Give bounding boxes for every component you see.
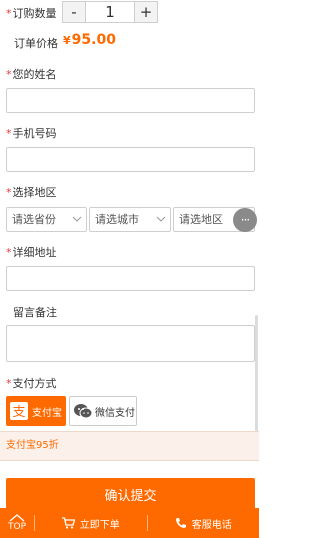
region-label: *选择地区: [6, 186, 57, 199]
decrease-button[interactable]: -: [63, 2, 85, 22]
alipay-icon: 支: [10, 402, 28, 420]
alipay-option[interactable]: 支 支付宝: [6, 396, 66, 426]
name-label: *您的姓名: [6, 68, 57, 81]
city-select[interactable]: 请选城市: [89, 207, 171, 232]
phone-field[interactable]: [6, 147, 255, 172]
order-price-label: 订单价格: [14, 37, 58, 50]
cart-icon: [61, 517, 75, 529]
chevron-down-icon: [156, 216, 166, 222]
discount-notice: 支付宝95折: [0, 431, 259, 461]
phone-icon: [175, 518, 186, 528]
buy-now-button[interactable]: 立即下单: [35, 516, 147, 531]
more-options-button[interactable]: ···: [233, 208, 257, 232]
order-price-value: ¥95.00: [63, 32, 116, 48]
quantity-stepper[interactable]: - 1 +: [62, 1, 158, 23]
region-selects: 请选省份 请选城市 请选地区: [0, 207, 259, 232]
wechat-icon: [74, 404, 93, 419]
remark-field[interactable]: [6, 325, 255, 362]
name-field[interactable]: [6, 88, 255, 113]
arrow-up-icon: [9, 514, 25, 522]
order-price-row: 订单价格 ¥95.00: [0, 32, 259, 52]
payment-label: *支付方式: [6, 377, 57, 390]
remark-label: 留言备注: [13, 306, 57, 319]
payment-options: 支 支付宝 微信支付: [0, 396, 259, 426]
phone-label: *手机号码: [6, 127, 57, 140]
province-select[interactable]: 请选省份: [6, 207, 87, 232]
submit-button[interactable]: 确认提交: [6, 478, 255, 510]
wechat-pay-option[interactable]: 微信支付: [69, 396, 137, 426]
chevron-down-icon: [72, 216, 82, 222]
quantity-row: *订购数量 - 1 +: [0, 1, 259, 23]
back-to-top-button[interactable]: TOP: [0, 508, 34, 538]
customer-service-button[interactable]: 客服电话: [148, 516, 260, 531]
svg-text:支: 支: [12, 405, 25, 420]
address-field[interactable]: [6, 266, 255, 291]
quantity-label: *订购数量: [6, 7, 57, 20]
address-label: *详细地址: [6, 246, 57, 259]
quantity-value[interactable]: 1: [85, 2, 135, 22]
increase-button[interactable]: +: [135, 2, 157, 22]
bottom-bar: TOP 立即下单 客服电话: [0, 508, 259, 538]
